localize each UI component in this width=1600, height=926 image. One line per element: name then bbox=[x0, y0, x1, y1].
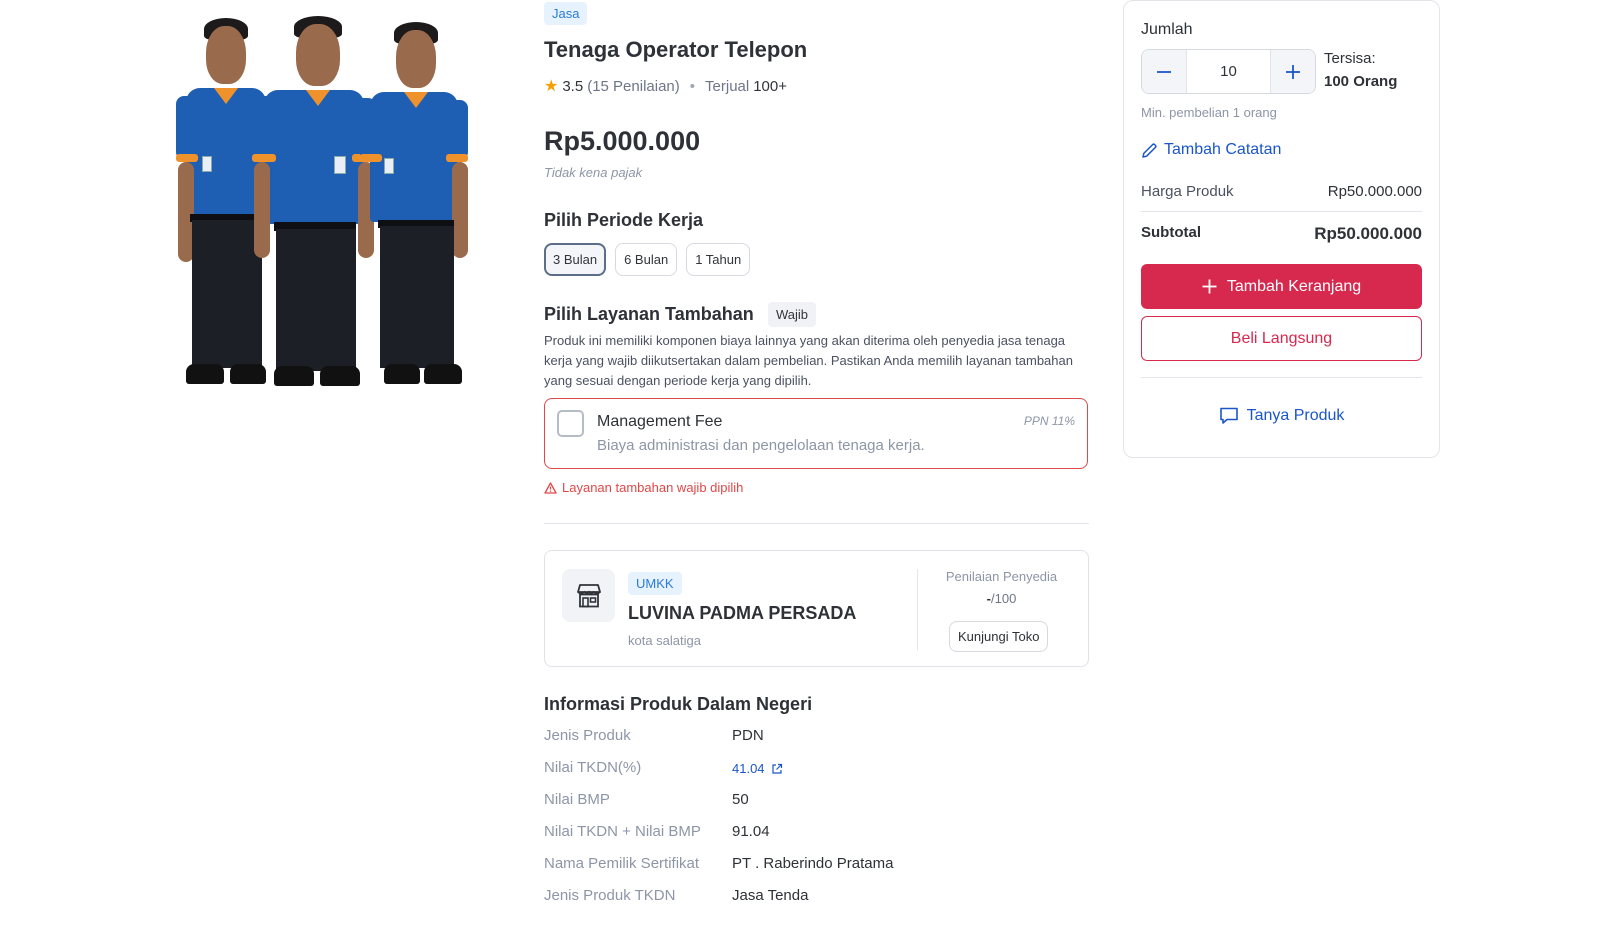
subtotal-value: Rp50.000.000 bbox=[1314, 224, 1422, 243]
period-option-6-bulan[interactable]: 6 Bulan bbox=[615, 243, 678, 276]
pdn-section-title: Informasi Produk Dalam Negeri bbox=[544, 694, 813, 714]
tkdn-link[interactable]: 41.04 bbox=[732, 761, 783, 776]
min-purchase-note: Min. pembelian 1 orang bbox=[1141, 105, 1277, 120]
increase-button[interactable] bbox=[1270, 50, 1315, 93]
subtotal-label: Subtotal bbox=[1141, 224, 1201, 241]
star-icon: ★ bbox=[544, 78, 559, 95]
info-key: Jenis Produk bbox=[544, 727, 631, 744]
plus-icon bbox=[1202, 279, 1217, 294]
seller-name[interactable]: LUVINA PADMA PERSADA bbox=[628, 603, 856, 624]
addon-error-message: Layanan tambahan wajib dipilih bbox=[544, 480, 743, 495]
warning-icon bbox=[544, 481, 557, 494]
product-price-label: Harga Produk bbox=[1141, 183, 1234, 200]
info-key: Jenis Produk TKDN bbox=[544, 887, 676, 904]
addon-item-tax: PPN 11% bbox=[1023, 414, 1075, 428]
add-note-link[interactable]: Tambah Catatan bbox=[1141, 141, 1281, 159]
seller-card: UMKK LUVINA PADMA PERSADA kota salatiga … bbox=[544, 550, 1089, 667]
addon-item-name: Management Fee bbox=[597, 413, 723, 430]
product-price-value: Rp50.000.000 bbox=[1327, 183, 1422, 200]
management-fee-option[interactable]: Management Fee Biaya administrasi dan pe… bbox=[544, 398, 1088, 469]
quantity-stepper: 10 bbox=[1141, 49, 1316, 94]
ask-product-link[interactable]: Tanya Produk bbox=[1141, 406, 1422, 425]
product-price: Rp5.000.000 bbox=[544, 126, 701, 156]
addon-description: Produk ini memiliki komponen biaya lainn… bbox=[544, 333, 1073, 388]
rating-row: ★ 3.5 (15 Penilaian) • Terjual 100+ bbox=[544, 76, 787, 96]
stock-value: 100 Orang bbox=[1324, 73, 1398, 90]
seller-city: kota salatiga bbox=[628, 633, 701, 648]
minus-icon bbox=[1157, 70, 1171, 73]
price-divider bbox=[1141, 211, 1422, 212]
ask-product-label: Tanya Produk bbox=[1246, 406, 1345, 424]
period-option-1-tahun[interactable]: 1 Tahun bbox=[686, 243, 751, 276]
add-to-cart-label: Tambah Keranjang bbox=[1226, 277, 1362, 295]
info-key: Nilai BMP bbox=[544, 791, 610, 808]
product-image[interactable] bbox=[176, 8, 470, 388]
plus-icon bbox=[1286, 64, 1300, 79]
info-value: 50 bbox=[732, 791, 749, 808]
review-count[interactable]: (15 Penilaian) bbox=[587, 78, 680, 95]
quantity-label: Jumlah bbox=[1141, 21, 1193, 38]
chat-icon bbox=[1219, 407, 1238, 424]
separator-dot: • bbox=[689, 77, 696, 95]
buy-now-button[interactable]: Beli Langsung bbox=[1141, 316, 1422, 361]
worker-figure bbox=[252, 16, 376, 388]
decrease-button[interactable] bbox=[1142, 50, 1187, 93]
seller-rating-label: Penilaian Penyedia bbox=[945, 569, 1058, 584]
required-badge: Wajib bbox=[768, 302, 817, 327]
rating-score: 3.5 bbox=[562, 77, 584, 95]
sold-value: 100+ bbox=[753, 77, 788, 95]
addon-section-title: Pilih Layanan Tambahan bbox=[544, 304, 754, 324]
quantity-input[interactable]: 10 bbox=[1187, 50, 1270, 93]
product-title: Tenaga Operator Telepon bbox=[544, 37, 808, 62]
worker-figure bbox=[360, 16, 468, 388]
seller-type-badge: UMKK bbox=[628, 572, 682, 595]
period-option-3-bulan[interactable]: 3 Bulan bbox=[544, 243, 607, 276]
info-value: PT . Raberindo Pratama bbox=[732, 855, 894, 872]
store-icon bbox=[562, 569, 615, 622]
info-value: Jasa Tenda bbox=[732, 887, 809, 904]
pencil-icon bbox=[1142, 142, 1157, 158]
add-note-label: Tambah Catatan bbox=[1164, 141, 1282, 158]
external-link-icon bbox=[771, 763, 782, 774]
info-value: 91.04 bbox=[732, 823, 770, 840]
vertical-divider bbox=[917, 569, 918, 650]
info-key: Nilai TKDN + Nilai BMP bbox=[544, 823, 701, 840]
tax-note: Tidak kena pajak bbox=[544, 165, 643, 180]
sold-label: Terjual bbox=[705, 77, 750, 95]
info-key: Nilai TKDN(%) bbox=[544, 759, 642, 776]
seller-rating-value: -/100 bbox=[986, 591, 1017, 606]
category-tag: Jasa bbox=[544, 2, 588, 25]
period-options: 3 Bulan 6 Bulan 1 Tahun bbox=[544, 243, 751, 276]
actions-divider bbox=[1141, 377, 1422, 378]
info-value: PDN bbox=[732, 727, 764, 744]
management-fee-checkbox[interactable] bbox=[557, 410, 584, 437]
visit-store-button[interactable]: Kunjungi Toko bbox=[949, 621, 1049, 652]
error-text: Layanan tambahan wajib dipilih bbox=[562, 480, 744, 495]
add-to-cart-button[interactable]: Tambah Keranjang bbox=[1141, 264, 1422, 309]
cart-card: Jumlah 10 Tersisa: 100 Orang Min. pembel… bbox=[1123, 0, 1440, 458]
section-divider bbox=[544, 523, 1089, 524]
info-key: Nama Pemilik Sertifikat bbox=[544, 855, 700, 872]
period-section-title: Pilih Periode Kerja bbox=[544, 210, 704, 230]
stock-label: Tersisa: bbox=[1324, 50, 1376, 67]
addon-item-description: Biaya administrasi dan pengelolaan tenag… bbox=[597, 437, 925, 454]
